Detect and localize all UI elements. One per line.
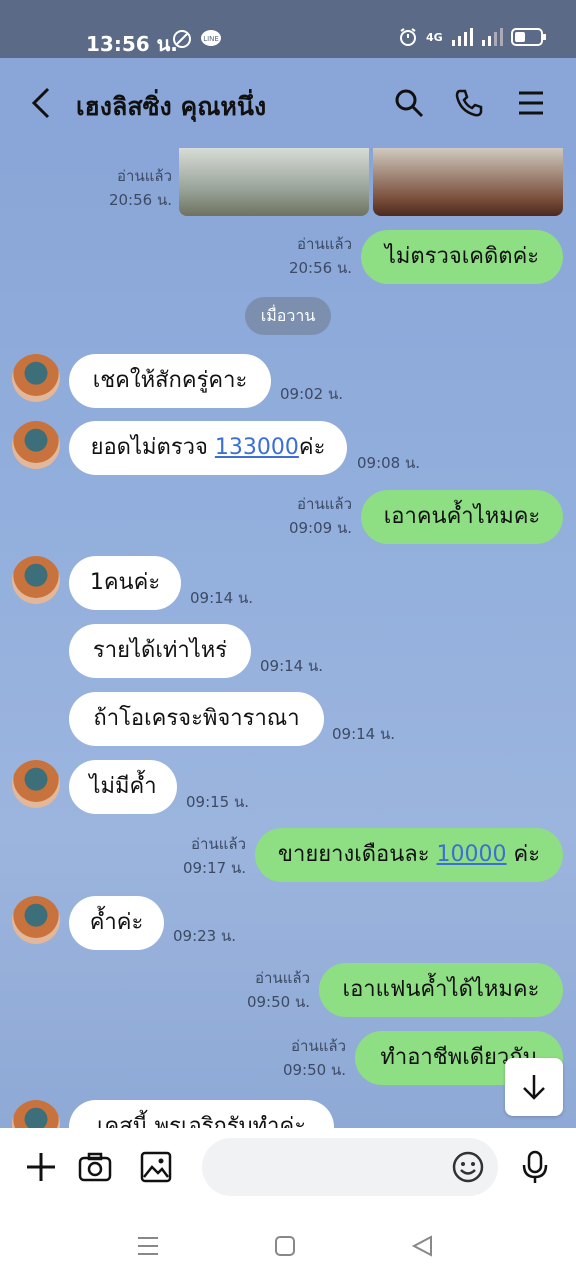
signal-icon-1 (451, 28, 473, 46)
arrow-down-icon (523, 1075, 545, 1100)
incoming-message[interactable]: เคสนี้ พรเอริกรับทำค่ะ (69, 1100, 334, 1128)
avatar[interactable] (12, 421, 60, 469)
avatar[interactable] (12, 354, 60, 402)
incoming-message[interactable]: ไม่มีค้ำ (69, 760, 177, 814)
svg-text:LINE: LINE (203, 35, 219, 43)
chat-area[interactable]: อ่านแล้ว 20:56 น. อ่านแล้ว 20:56 น. ไม่ตรว… (0, 148, 576, 1128)
home-icon[interactable] (274, 1235, 296, 1257)
status-time: 13:56 น. (86, 32, 178, 56)
alarm-icon (400, 28, 416, 46)
avatar[interactable] (12, 896, 60, 944)
back-button[interactable] (24, 86, 58, 120)
do-not-disturb-icon (173, 30, 191, 48)
read-receipt: อ่านแล้ว 09:50 น. (282, 1037, 346, 1079)
menu-button[interactable] (514, 86, 548, 120)
microphone-icon (522, 1150, 548, 1183)
date-separator: เมื่อวาน (245, 297, 331, 335)
message-time: 09:15 น. (186, 793, 250, 811)
phone-icon (455, 89, 483, 117)
message-time: 09:02 น. (280, 385, 344, 403)
battery-icon (510, 28, 546, 46)
read-receipt: อ่านแล้ว 09:17 น. (182, 835, 246, 877)
emoji-icon[interactable] (452, 1151, 484, 1183)
incoming-message[interactable]: ยอดไม่ตรวจ 133000 ค่ะ (69, 421, 347, 475)
network-type: 4G (426, 30, 443, 44)
search-icon (395, 89, 424, 118)
camera-button[interactable] (78, 1150, 112, 1184)
back-nav-icon[interactable] (411, 1235, 433, 1257)
message-time: 09:14 น. (260, 657, 324, 675)
incoming-message[interactable]: 1คนค่ะ (69, 556, 181, 610)
message-time: 09:08 น. (357, 454, 421, 472)
incoming-message[interactable]: ค้ำค่ะ (69, 896, 164, 950)
avatar[interactable] (12, 760, 60, 808)
avatar[interactable] (12, 1100, 60, 1128)
number-link[interactable]: 10000 (437, 844, 507, 866)
read-receipt: อ่านแล้ว 09:09 น. (288, 495, 352, 537)
outgoing-message[interactable]: เอาคนค้ำไหมคะ (361, 490, 563, 544)
voice-button[interactable] (518, 1150, 552, 1184)
read-receipt: อ่านแล้ว 09:50 น. (246, 969, 310, 1011)
message-time: 09:23 น. (173, 927, 237, 945)
recent-apps-icon[interactable] (136, 1234, 160, 1258)
outgoing-message[interactable]: เอาแฟนค้ำได้ไหมคะ (319, 963, 563, 1017)
number-link[interactable]: 133000 (215, 437, 299, 459)
gallery-button[interactable] (139, 1150, 173, 1184)
camera-icon (78, 1152, 112, 1182)
photo-document-1[interactable] (179, 148, 369, 216)
plus-icon (27, 1153, 55, 1181)
signal-icon-2 (481, 28, 503, 46)
message-time: 09:14 น. (190, 589, 254, 607)
scroll-to-bottom-button[interactable] (505, 1058, 563, 1116)
message-input[interactable] (202, 1138, 498, 1196)
chat-title: เฮงลิสซิ่ง คุณหนึ่ง (76, 92, 267, 121)
call-button[interactable] (452, 86, 486, 120)
message-time: 09:14 น. (332, 725, 396, 743)
search-button[interactable] (392, 86, 426, 120)
chat-header: เฮงลิสซิ่ง คุณหนึ่ง (0, 58, 576, 148)
composer-bar (0, 1128, 576, 1214)
incoming-message[interactable]: รายได้เท่าไหร่ (69, 624, 251, 678)
photo-id-card[interactable] (373, 148, 563, 216)
back-arrow-icon (31, 87, 50, 119)
avatar[interactable] (12, 556, 60, 604)
incoming-message[interactable]: เชคให้สักครู่คาะ (69, 354, 271, 408)
status-left-icons: LINE (172, 29, 222, 49)
outgoing-message[interactable]: ไม่ตรวจเคดิตค่ะ (361, 230, 563, 284)
add-button[interactable] (24, 1150, 58, 1184)
menu-icon (519, 91, 543, 115)
status-right-icons: 4G (398, 27, 547, 47)
system-nav-bar (0, 1214, 576, 1280)
line-app-icon: LINE (201, 30, 221, 46)
read-receipt: อ่านแล้ว 20:56 น. (108, 167, 172, 209)
read-receipt: อ่านแล้ว 20:56 น. (288, 235, 352, 277)
status-bar: 13:56 น. LINE 4G (0, 0, 576, 58)
outgoing-message[interactable]: ขายยางเดือนละ 10000 ค่ะ (255, 828, 563, 882)
image-icon (140, 1151, 172, 1183)
incoming-message[interactable]: ถ้าโอเครจะพิจาราณา (69, 692, 324, 746)
